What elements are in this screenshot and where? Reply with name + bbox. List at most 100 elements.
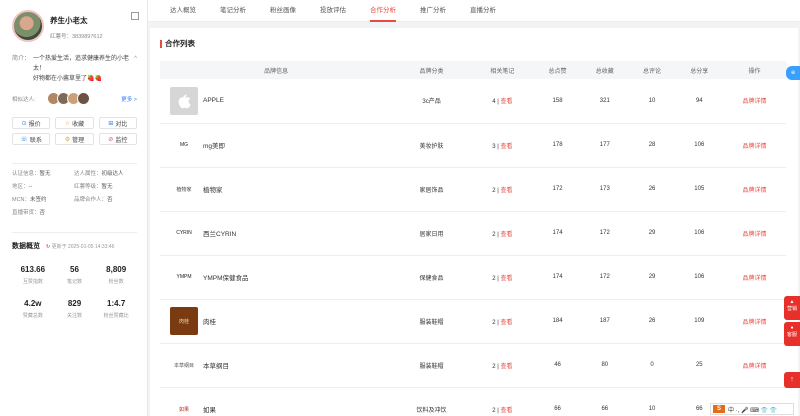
intro-label: 简介：: [12, 56, 31, 62]
stat-value: 613.66: [20, 265, 46, 274]
管理-label: 管理: [72, 137, 85, 144]
tab-合作分析[interactable]: 合作分析: [358, 0, 408, 22]
收藏-button[interactable]: ☆ 收藏: [55, 117, 94, 129]
related-notes: 4 | 查看: [470, 79, 534, 124]
对比-button[interactable]: ⊞ 对比: [98, 117, 137, 129]
brand-detail-link[interactable]: 品牌详情: [742, 320, 766, 326]
total-likes: 158: [533, 79, 582, 124]
total-favorites: 66: [581, 387, 629, 416]
brand-detail-link[interactable]: 品牌详情: [742, 188, 766, 194]
more-similar-link[interactable]: 更多 >: [121, 95, 137, 103]
tab-直播分析[interactable]: 直播分析: [458, 0, 508, 22]
notes-count: 2 |: [492, 363, 501, 370]
table-header-row: 品牌信息 品牌分类 相关笔记 总点赞 总收藏 总评论 总分享 操作: [160, 61, 786, 79]
attribute-value: 初级达人: [101, 171, 124, 177]
attribute-key: MCN：: [12, 197, 31, 203]
brand-info[interactable]: 本草纲目 本草纲目: [170, 351, 392, 379]
brand-detail-link[interactable]: 品牌详情: [742, 364, 766, 370]
similar-avatars[interactable]: [46, 92, 90, 105]
update-time[interactable]: ↻ 更新于 2025-01-05 14:33:46: [46, 243, 114, 250]
refresh-icon[interactable]: ↻: [46, 244, 50, 250]
marketing-float-button[interactable]: ▲ 营销: [784, 296, 800, 320]
报价-button[interactable]: ⊙ 报价: [12, 117, 51, 129]
brand-info[interactable]: APPLE: [170, 86, 392, 115]
view-notes-link[interactable]: 查看: [501, 232, 513, 238]
brand-info[interactable]: YMPM YMPM保健食品: [170, 263, 392, 291]
监控-button[interactable]: ⊘ 监控: [98, 133, 137, 145]
view-notes-link[interactable]: 查看: [501, 408, 513, 414]
brand-logo: YMPM: [170, 263, 198, 291]
stat-label: 关注数: [66, 313, 82, 319]
notes-count: 2 |: [492, 275, 501, 282]
brand-category: 服装鞋帽: [392, 343, 471, 388]
brand-logo: 如果: [170, 395, 198, 416]
table-row: 如果如果饮料及冲饮2 | 查看66661066品牌详情: [160, 387, 786, 416]
collapse-icon[interactable]: ^: [134, 54, 137, 84]
stat-value: 4.2w: [24, 299, 42, 308]
tab-达人概览[interactable]: 达人概览: [158, 0, 208, 22]
brand-detail-link[interactable]: 品牌详情: [742, 276, 766, 282]
brand-name: 肉桂: [203, 319, 216, 326]
intro-line-2: 好物都在小酱草里了🍓🍓: [33, 76, 102, 82]
profile-header: 养生小老太 红薯号：3839897612: [12, 10, 139, 42]
view-notes-link[interactable]: 查看: [501, 320, 513, 326]
view-notes-link[interactable]: 查看: [501, 99, 513, 105]
brand-detail-link[interactable]: 品牌详情: [742, 99, 766, 105]
column-header: 操作: [722, 61, 786, 79]
view-notes-link[interactable]: 查看: [501, 276, 513, 282]
column-header: 总收藏: [581, 61, 629, 79]
attribute-value: --: [28, 184, 33, 190]
brand-detail-link[interactable]: 品牌详情: [742, 144, 766, 150]
view-notes-link[interactable]: 查看: [501, 144, 513, 150]
table-row: MG mg美即 美妆护肤 3 | 查看 178 177 28 106 品牌详情: [160, 123, 786, 168]
service-label: 客服: [786, 332, 797, 338]
tab-笔记分析[interactable]: 笔记分析: [208, 0, 258, 22]
brand-info[interactable]: 如果 如果: [170, 395, 392, 416]
stat-value: 56: [70, 265, 79, 274]
brand-info[interactable]: CYRIN 西兰CYRIN: [170, 219, 392, 247]
brand-category: 居家日用: [392, 211, 471, 256]
管理-icon: ⚙: [64, 136, 71, 143]
float-expand-button[interactable]: ⊕: [786, 66, 800, 80]
total-comments: 10: [628, 79, 676, 124]
管理-button[interactable]: ⚙ 管理: [55, 133, 94, 145]
监控-label: 监控: [115, 137, 128, 144]
tab-推广分析[interactable]: 推广分析: [408, 0, 458, 22]
table-row: 肉桂 肉桂 服装鞋帽 2 | 查看 184 187 26 109 品牌详情: [160, 299, 786, 344]
attribute-key: 直播带货：: [12, 210, 40, 216]
attribute-value: 暂无: [39, 171, 51, 177]
service-float-button[interactable]: ● 客服: [784, 322, 800, 346]
tab-粉丝画像[interactable]: 粉丝画像: [258, 0, 308, 22]
column-header: 总点赞: [533, 61, 582, 79]
attribute-item: 认证信息：暂无: [12, 169, 74, 177]
similar-avatar[interactable]: [76, 92, 90, 105]
qrcode-icon[interactable]: [131, 12, 139, 20]
avatar[interactable]: [12, 10, 44, 42]
attribute-item: 直播带货：否: [12, 208, 74, 216]
attribute-item: MCN：未签约: [12, 195, 74, 203]
view-notes-link[interactable]: 查看: [501, 364, 513, 370]
total-shares: 109: [675, 299, 723, 344]
联系-button[interactable]: ☏ 联系: [12, 133, 51, 145]
view-notes-link[interactable]: 查看: [501, 188, 513, 194]
brand-info[interactable]: MG mg美即: [170, 131, 392, 159]
notes-count: 2 |: [492, 319, 501, 326]
stat-item: 829 关注数: [54, 299, 96, 319]
total-shares: 106: [675, 255, 723, 300]
brand-detail-link[interactable]: 品牌详情: [742, 232, 766, 238]
back-to-top-button[interactable]: ↑: [784, 372, 800, 388]
column-header: 品牌分类: [392, 61, 471, 79]
tab-投放评估[interactable]: 投放评估: [308, 0, 358, 22]
ime-toolbar[interactable]: S中 ·, 🎤 ⌨ 👕 👕: [710, 403, 794, 415]
brand-info[interactable]: 植物家 植物家: [170, 175, 392, 203]
total-comments: 28: [628, 123, 676, 168]
similar-label: 相似达人:: [12, 96, 36, 103]
brand-category: 3c产品: [392, 79, 471, 124]
table-row: YMPM YMPM保健食品 保健食品 2 | 查看 174 172 29 106 品牌详情: [160, 255, 786, 300]
table-row: 植物家 植物家 家居饰品 2 | 查看 172 173 26 105 品牌详情: [160, 167, 786, 212]
brand-cell: 植物家 植物家: [160, 167, 393, 212]
total-favorites: 172: [581, 211, 629, 256]
stat-value: 8,809: [106, 265, 127, 274]
brand-info[interactable]: 肉桂 肉桂: [170, 307, 392, 335]
table-row: 本草纲目 本草纲目 服装鞋帽 2 | 查看 46 80 0 25 品牌详情: [160, 343, 786, 388]
